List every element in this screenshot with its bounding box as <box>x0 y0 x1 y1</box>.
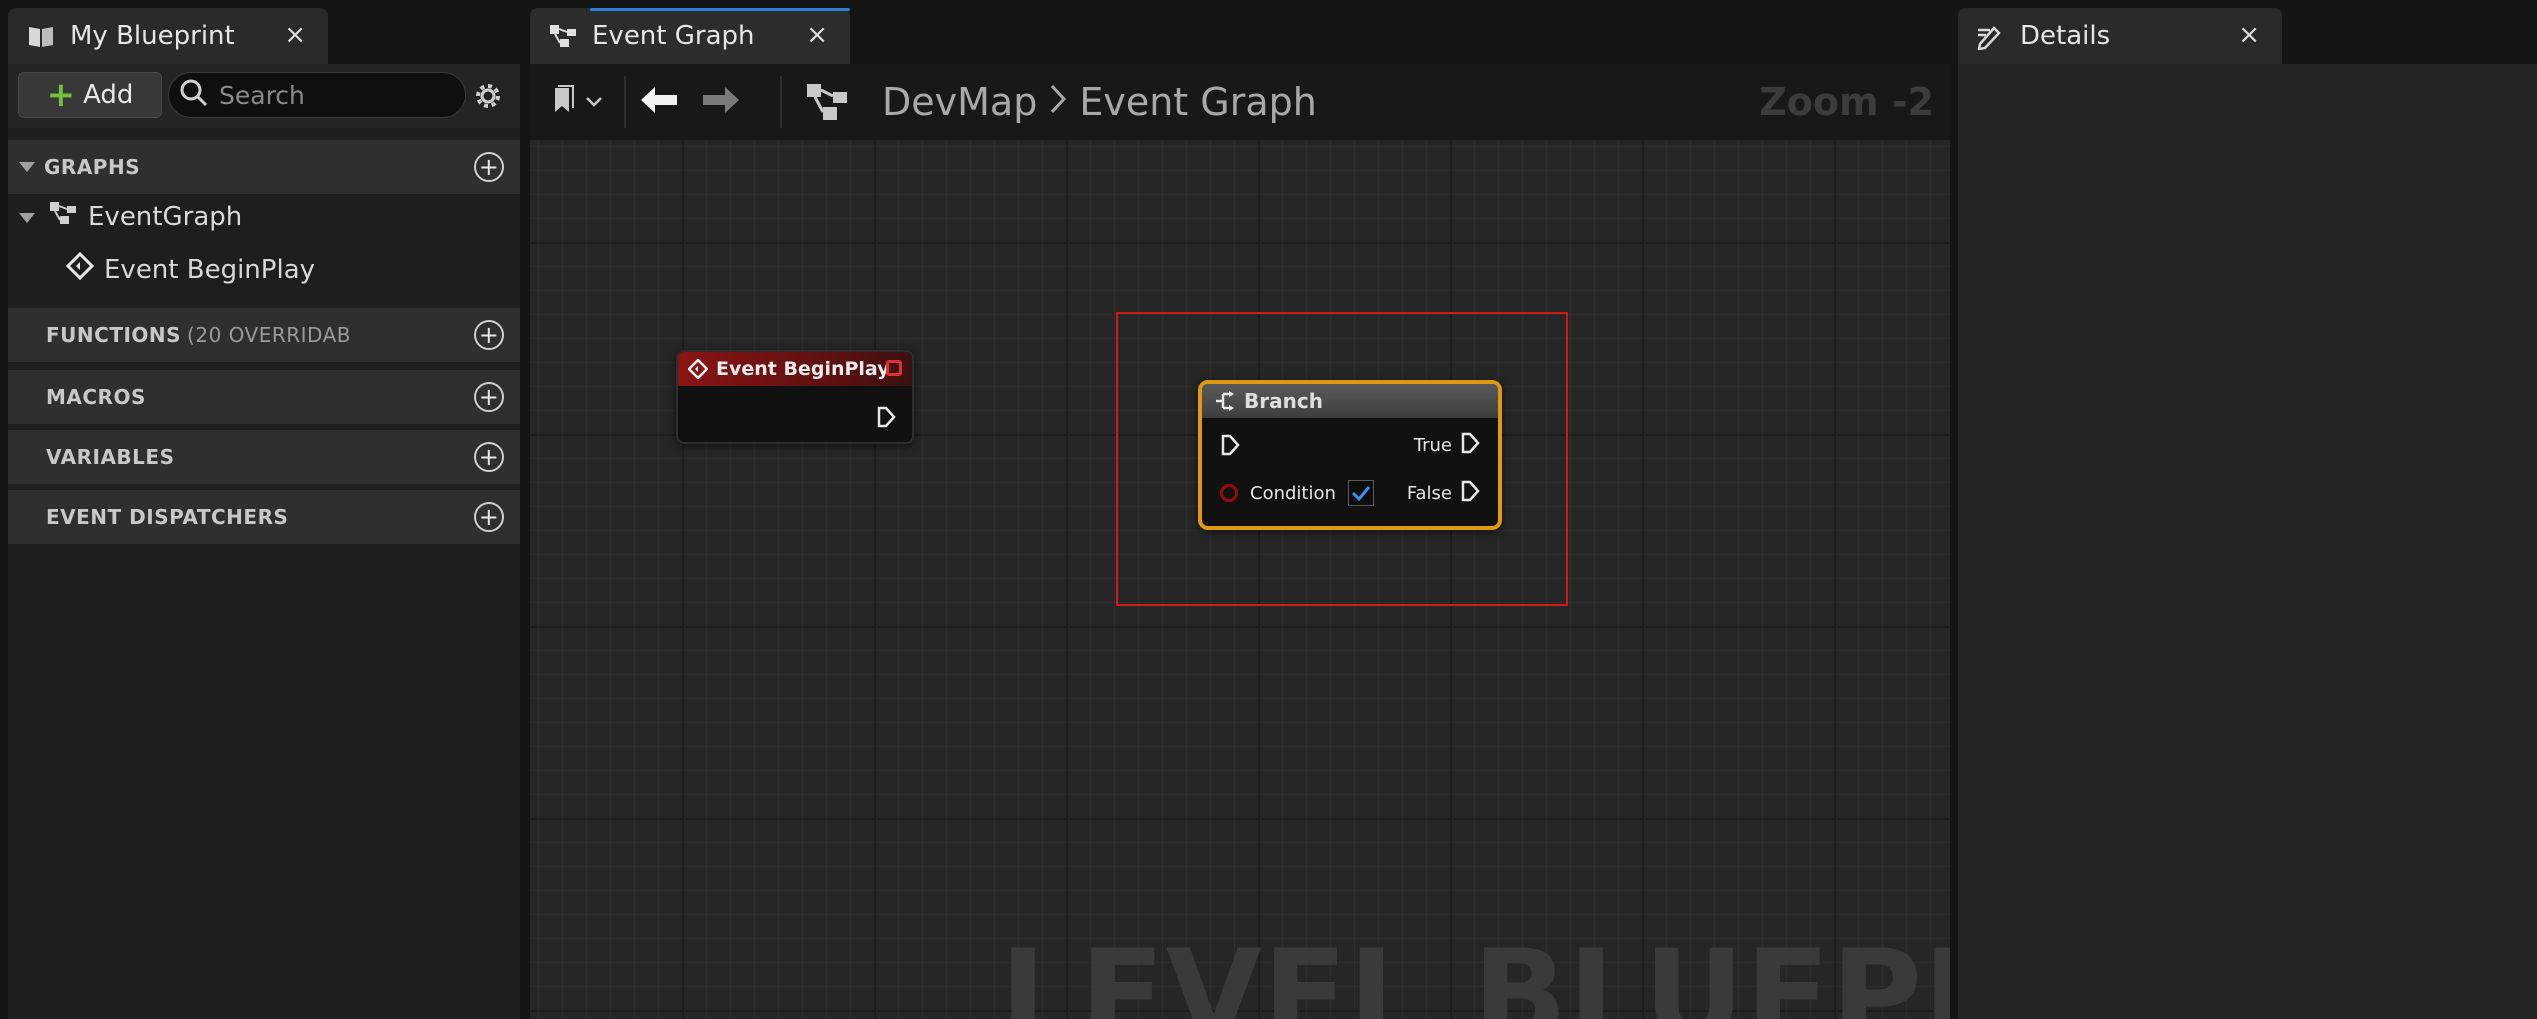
section-variables[interactable]: VARIABLES + <box>8 430 520 484</box>
toolbar-separator <box>780 76 782 128</box>
branch-icon <box>1214 390 1236 412</box>
tab-my-blueprint[interactable]: My Blueprint × <box>8 8 328 64</box>
delegate-pin-icon[interactable] <box>886 360 902 376</box>
triangle-down-icon <box>18 155 36 179</box>
back-button[interactable] <box>634 78 684 126</box>
forward-button[interactable] <box>696 78 746 126</box>
false-pin[interactable]: False <box>1407 480 1480 507</box>
condition-checkbox[interactable] <box>1347 480 1374 506</box>
graph-icon <box>48 200 78 233</box>
true-label: True <box>1413 435 1452 456</box>
plus-icon: + <box>46 75 76 115</box>
section-macros[interactable]: MACROS + <box>8 370 520 424</box>
exec-pin-icon <box>1460 480 1480 507</box>
exec-pin-icon <box>1220 434 1240 461</box>
section-functions[interactable]: FUNCTIONS (20 OVERRIDAB + <box>8 308 520 362</box>
section-event-dispatchers[interactable]: EVENT DISPATCHERS + <box>8 490 520 544</box>
functions-count: (20 OVERRIDAB <box>187 323 352 347</box>
bool-pin-icon <box>1220 484 1238 502</box>
breadcrumb-devmap[interactable]: DevMap <box>882 80 1037 124</box>
node-title: Branch <box>1244 389 1323 413</box>
tab-label: Details <box>2020 21 2111 51</box>
blueprint-book-icon <box>26 21 56 51</box>
section-functions-label: FUNCTIONS <box>46 323 182 347</box>
chevron-down-icon <box>585 93 603 112</box>
tab-details[interactable]: Details × <box>1958 8 2282 64</box>
zoom-level: Zoom -2 <box>1759 80 1934 124</box>
add-button-label: Add <box>83 80 134 110</box>
node-branch[interactable]: Branch Condition True False <box>1198 380 1502 530</box>
node-header: Branch <box>1202 384 1498 418</box>
pencil-icon <box>1976 21 2006 51</box>
arrow-right-icon <box>701 85 741 119</box>
event-icon <box>688 359 708 379</box>
add-graph-button[interactable]: + <box>474 152 504 182</box>
graph-toolbar: DevMap Event Graph Zoom -2 <box>530 64 1950 140</box>
breadcrumb-event-graph[interactable]: Event Graph <box>1079 80 1317 124</box>
close-icon[interactable]: × <box>284 20 306 50</box>
false-label: False <box>1406 483 1452 504</box>
section-graphs[interactable]: GRAPHS + <box>8 140 520 194</box>
section-variables-label: VARIABLES <box>46 445 175 469</box>
my-blueprint-body: + Add GRAPHS + <box>8 64 520 1019</box>
section-event-dispatchers-label: EVENT DISPATCHERS <box>46 505 289 529</box>
event-icon <box>65 251 95 287</box>
gear-icon[interactable] <box>470 78 506 114</box>
graph-icon <box>548 21 578 51</box>
close-icon[interactable]: × <box>2238 20 2260 50</box>
add-event-dispatcher-button[interactable]: + <box>474 502 504 532</box>
toolbar-separator <box>624 76 626 128</box>
exec-input-pin[interactable] <box>1220 434 1240 461</box>
checkmark-icon <box>1351 484 1371 502</box>
section-graphs-label: GRAPHS <box>44 155 141 179</box>
close-icon[interactable]: × <box>806 20 828 50</box>
triangle-down-icon <box>18 202 36 232</box>
my-blueprint-panel: My Blueprint × + Add GRAPHS + <box>0 0 528 1019</box>
search-icon <box>179 78 209 112</box>
add-variable-button[interactable]: + <box>474 442 504 472</box>
node-title: Event BeginPlay <box>716 358 890 380</box>
breadcrumb: DevMap Event Graph <box>882 78 1317 126</box>
chevron-right-icon <box>1049 80 1067 124</box>
my-blueprint-toolbar: + Add <box>8 64 520 128</box>
search-box[interactable] <box>168 72 466 118</box>
tree-item-eventgraph[interactable]: EventGraph <box>18 200 242 233</box>
tab-event-graph[interactable]: Event Graph × <box>530 8 850 64</box>
tree-item-event-beginplay[interactable]: Event BeginPlay <box>65 251 316 287</box>
true-pin[interactable]: True <box>1414 432 1480 459</box>
exec-pin-icon <box>1460 432 1480 459</box>
details-panel <box>1958 64 2537 1019</box>
condition-pin[interactable]: Condition <box>1220 480 1374 506</box>
tab-label: Event Graph <box>592 21 755 51</box>
tree-item-label: EventGraph <box>88 201 243 232</box>
add-function-button[interactable]: + <box>474 320 504 350</box>
tree-item-label: Event BeginPlay <box>104 254 316 285</box>
graph-canvas[interactable]: DevMap Event Graph Zoom -2 Event BeginPl… <box>530 64 1950 1019</box>
condition-label: Condition <box>1250 482 1336 504</box>
section-macros-label: MACROS <box>46 385 146 409</box>
bookmark-button[interactable] <box>542 78 612 126</box>
bookmark-icon <box>551 84 577 120</box>
graph-icon <box>804 78 850 126</box>
exec-pin-icon[interactable] <box>876 406 896 432</box>
add-button[interactable]: + Add <box>18 72 162 118</box>
node-event-beginplay[interactable]: Event BeginPlay <box>676 350 914 444</box>
search-input[interactable] <box>219 80 439 110</box>
arrow-left-icon <box>639 85 679 119</box>
level-blueprint-watermark: LEVEL BLUEPRINT <box>1000 924 1950 1019</box>
node-header: Event BeginPlay <box>678 352 912 386</box>
tab-label: My Blueprint <box>70 21 235 51</box>
add-macro-button[interactable]: + <box>474 382 504 412</box>
